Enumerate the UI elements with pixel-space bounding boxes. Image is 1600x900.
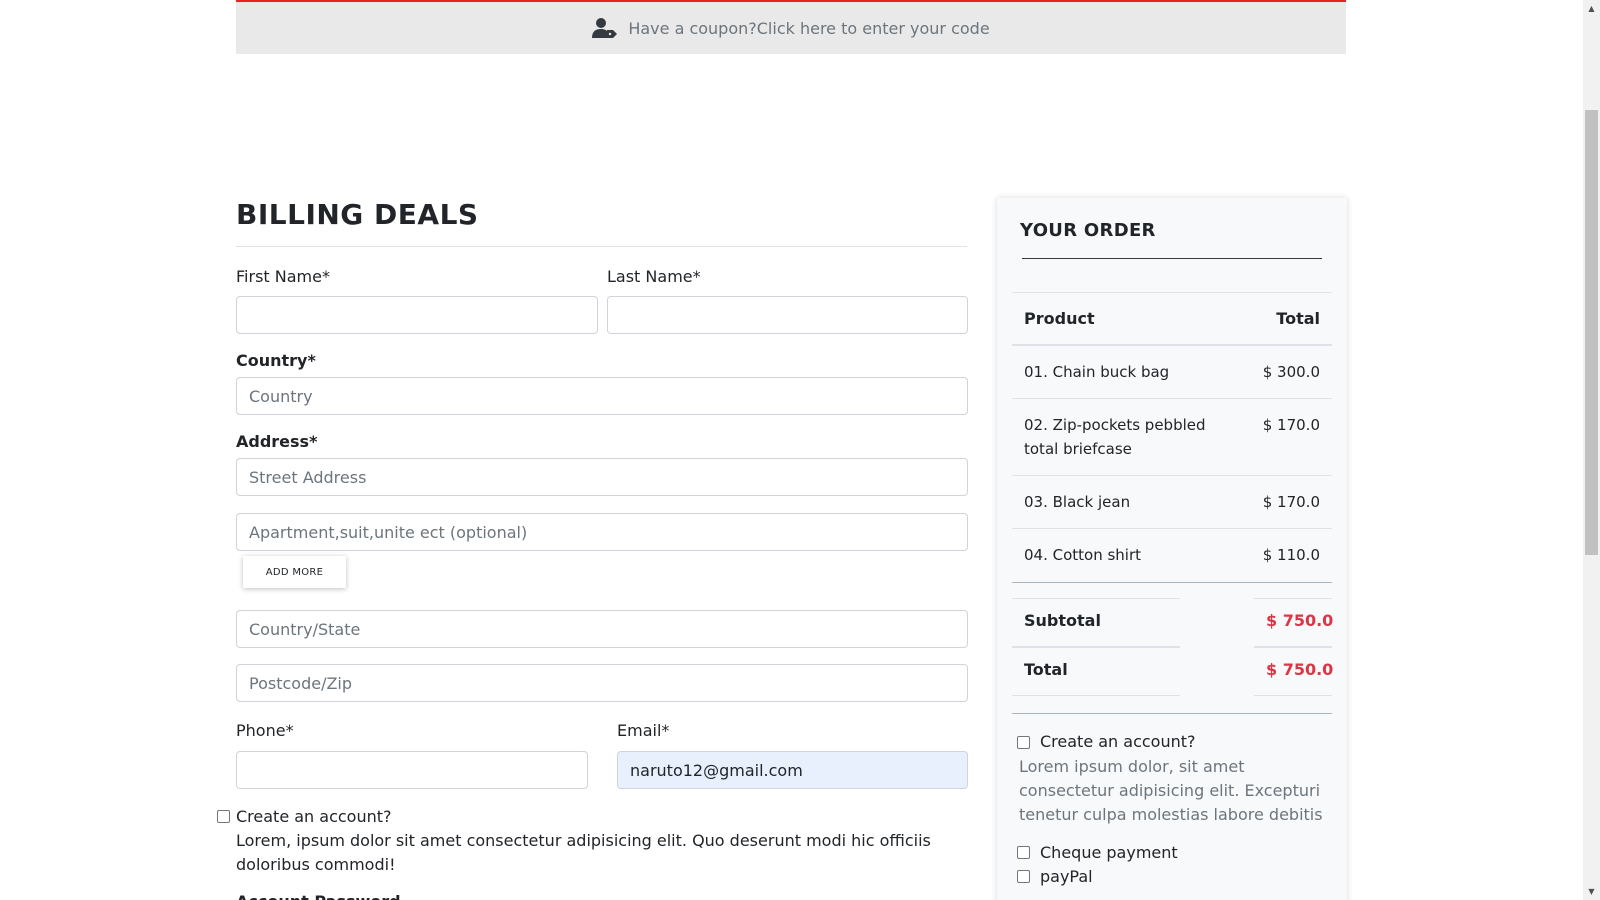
- account-password-label: Account Password: [236, 892, 401, 900]
- total-header: Total: [1250, 292, 1332, 346]
- last-name-input[interactable]: [607, 296, 968, 334]
- country-label: Country*: [236, 351, 316, 370]
- phone-input[interactable]: [236, 751, 588, 789]
- order-item-name: 01. Chain buck bag: [1012, 344, 1251, 399]
- order-title-divider: [1022, 258, 1322, 259]
- order-item-row: 02. Zip-pockets pebbled total briefcase …: [1012, 398, 1332, 476]
- coupon-link[interactable]: Have a coupon?Click here to enter your c…: [628, 19, 989, 38]
- billing-title: BILLING DEALS: [236, 198, 479, 231]
- subtotal-label: Subtotal: [1012, 598, 1180, 647]
- cheque-payment-checkbox[interactable]: [1017, 846, 1030, 859]
- order-item-name: 04. Cotton shirt: [1012, 528, 1251, 581]
- order-item-row: 01. Chain buck bag $ 300.0: [1012, 344, 1332, 399]
- create-account-label: Create an account?: [236, 807, 392, 826]
- order-item-row: 03. Black jean $ 170.0: [1012, 475, 1332, 529]
- order-panel: YOUR ORDER Product Total 01. Chain buck …: [997, 198, 1347, 900]
- street-address-input[interactable]: [236, 458, 968, 496]
- product-header: Product: [1012, 292, 1251, 346]
- order-item-price: $ 170.0: [1250, 475, 1332, 529]
- order-item-name: 02. Zip-pockets pebbled total briefcase: [1012, 398, 1251, 476]
- scroll-down-icon[interactable]: ▼: [1583, 883, 1600, 900]
- postcode-input[interactable]: [236, 664, 968, 702]
- user-tag-icon: [592, 18, 618, 38]
- order-table: Product Total 01. Chain buck bag $ 300.0…: [1012, 292, 1332, 581]
- page-scrollbar[interactable]: ▲ ▼: [1583, 0, 1600, 900]
- order-create-account-checkbox[interactable]: [1017, 736, 1030, 749]
- billing-divider: [236, 246, 967, 247]
- order-items-divider: [1012, 582, 1332, 583]
- subtotal-value: $ 750.0: [1254, 598, 1333, 647]
- country-input[interactable]: [236, 377, 968, 415]
- order-item-price: $ 170.0: [1250, 398, 1332, 476]
- email-input[interactable]: [617, 751, 968, 789]
- total-row: Total $ 750.0: [1012, 647, 1333, 696]
- order-create-account-label: Create an account?: [1040, 732, 1196, 751]
- subtotal-row: Subtotal $ 750.0: [1012, 598, 1333, 647]
- cheque-payment-label: Cheque payment: [1040, 843, 1178, 862]
- add-more-button[interactable]: ADD MORE: [243, 556, 346, 588]
- create-account-checkbox[interactable]: [217, 810, 230, 823]
- create-account-description: Lorem, ipsum dolor sit amet consectetur …: [236, 831, 931, 874]
- total-value: $ 750.0: [1254, 647, 1333, 696]
- order-table-header: Product Total: [1012, 292, 1332, 346]
- address-label: Address*: [236, 432, 318, 451]
- total-label: Total: [1012, 647, 1180, 696]
- first-name-input[interactable]: [236, 296, 598, 334]
- country-state-input[interactable]: [236, 610, 968, 648]
- first-name-label: First Name*: [236, 267, 330, 286]
- scrollbar-thumb[interactable]: [1585, 110, 1598, 555]
- paypal-checkbox[interactable]: [1017, 870, 1030, 883]
- apartment-input[interactable]: [236, 513, 968, 551]
- order-item-name: 03. Black jean: [1012, 475, 1251, 529]
- email-label: Email*: [617, 721, 670, 740]
- order-create-account-description: Lorem ipsum dolor, sit amet consectetur …: [1019, 757, 1323, 824]
- phone-label: Phone*: [236, 721, 294, 740]
- order-item-row: 04. Cotton shirt $ 110.0: [1012, 528, 1332, 581]
- coupon-bar[interactable]: Have a coupon?Click here to enter your c…: [236, 0, 1346, 54]
- scroll-up-icon[interactable]: ▲: [1583, 0, 1600, 17]
- paypal-label: payPal: [1040, 867, 1093, 886]
- order-title: YOUR ORDER: [1020, 220, 1156, 241]
- summary-divider: [1012, 713, 1332, 714]
- order-item-price: $ 110.0: [1250, 528, 1332, 581]
- order-item-price: $ 300.0: [1250, 344, 1332, 399]
- last-name-label: Last Name*: [607, 267, 701, 286]
